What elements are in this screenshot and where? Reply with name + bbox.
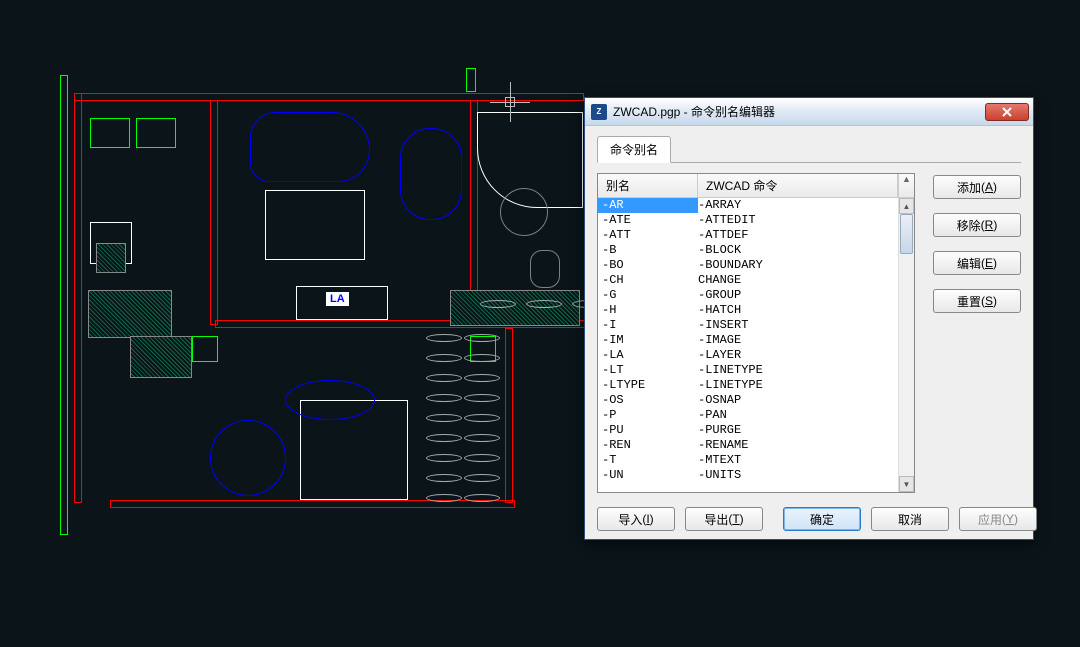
header-scroll-spacer: ▲ (898, 174, 914, 197)
edit-button[interactable]: 编辑(E) (933, 251, 1021, 275)
command-cell: -RENAME (698, 438, 898, 453)
dialog-title: ZWCAD.pgp - 命令别名编辑器 (613, 103, 985, 120)
alias-cell: -REN (598, 438, 698, 453)
alias-cell: -BO (598, 258, 698, 273)
scroll-thumb[interactable] (900, 214, 913, 254)
apply-button[interactable]: 应用(Y) (959, 507, 1037, 531)
alias-row[interactable]: -OS-OSNAP (598, 393, 898, 408)
alias-row[interactable]: -IM-IMAGE (598, 333, 898, 348)
alias-row[interactable]: -REN-RENAME (598, 438, 898, 453)
command-cell: -INSERT (698, 318, 898, 333)
command-cell: -GROUP (698, 288, 898, 303)
tab-bar: 命令别名 (597, 136, 1021, 163)
command-cell: -PAN (698, 408, 898, 423)
alias-row[interactable]: -CHCHANGE (598, 273, 898, 288)
command-cell: -PURGE (698, 423, 898, 438)
command-cell: -IMAGE (698, 333, 898, 348)
alias-cell: -OS (598, 393, 698, 408)
add-button[interactable]: 添加(A) (933, 175, 1021, 199)
command-cell: -ATTEDIT (698, 213, 898, 228)
alias-cell: -B (598, 243, 698, 258)
alias-row[interactable]: -B-BLOCK (598, 243, 898, 258)
alias-row[interactable]: -PU-PURGE (598, 423, 898, 438)
alias-cell: -LA (598, 348, 698, 363)
command-cell: -UNITS (698, 468, 898, 483)
alias-cell: -CH (598, 273, 698, 288)
alias-cell: -LTYPE (598, 378, 698, 393)
alias-cell: -P (598, 408, 698, 423)
alias-row[interactable]: -G-GROUP (598, 288, 898, 303)
command-cell: -LINETYPE (698, 363, 898, 378)
close-icon (1001, 107, 1013, 117)
command-cell: -LAYER (698, 348, 898, 363)
command-cell: -BOUNDARY (698, 258, 898, 273)
alias-cell: -AR (598, 198, 698, 213)
alias-row[interactable]: -ATE-ATTEDIT (598, 213, 898, 228)
alias-cell: -PU (598, 423, 698, 438)
close-button[interactable] (985, 103, 1029, 121)
scroll-down-button[interactable]: ▼ (899, 476, 914, 492)
tab-command-alias[interactable]: 命令别名 (597, 136, 671, 163)
alias-row[interactable]: -LA-LAYER (598, 348, 898, 363)
alias-row[interactable]: -T-MTEXT (598, 453, 898, 468)
scroll-up-button[interactable]: ▲ (899, 198, 914, 214)
alias-cell: -I (598, 318, 698, 333)
titlebar[interactable]: Z ZWCAD.pgp - 命令别名编辑器 (585, 98, 1033, 126)
alias-row[interactable]: -I-INSERT (598, 318, 898, 333)
command-cell: -HATCH (698, 303, 898, 318)
export-button[interactable]: 导出(T) (685, 507, 763, 531)
alias-row[interactable]: -P-PAN (598, 408, 898, 423)
alias-row[interactable]: -BO-BOUNDARY (598, 258, 898, 273)
cancel-button[interactable]: 取消 (871, 507, 949, 531)
command-cell: -MTEXT (698, 453, 898, 468)
remove-button[interactable]: 移除(R) (933, 213, 1021, 237)
command-cell: CHANGE (698, 273, 898, 288)
alias-row[interactable]: -AR-ARRAY (598, 198, 898, 213)
list-header: 别名 ZWCAD 命令 ▲ (598, 174, 914, 198)
crosshair-pickbox (505, 97, 515, 107)
alias-cell: -LT (598, 363, 698, 378)
header-alias[interactable]: 别名 (598, 174, 698, 197)
alias-cell: -ATT (598, 228, 698, 243)
reset-button[interactable]: 重置(S) (933, 289, 1021, 313)
command-cell: -BLOCK (698, 243, 898, 258)
alias-cell: -ATE (598, 213, 698, 228)
alias-cell: -H (598, 303, 698, 318)
cad-label-la: LA (326, 292, 349, 306)
list-scrollbar[interactable]: ▲ ▼ (898, 198, 914, 492)
alias-cell: -IM (598, 333, 698, 348)
alias-cell: -T (598, 453, 698, 468)
alias-list[interactable]: 别名 ZWCAD 命令 ▲ -AR-ARRAY-ATE-ATTEDIT-ATT-… (597, 173, 915, 493)
alias-row[interactable]: -LT-LINETYPE (598, 363, 898, 378)
import-button[interactable]: 导入(I) (597, 507, 675, 531)
alias-row[interactable]: -ATT-ATTDEF (598, 228, 898, 243)
alias-cell: -G (598, 288, 698, 303)
alias-cell: -UN (598, 468, 698, 483)
app-icon: Z (591, 104, 607, 120)
alias-editor-dialog: Z ZWCAD.pgp - 命令别名编辑器 命令别名 别名 ZWCAD 命令 ▲… (584, 97, 1034, 540)
ok-button[interactable]: 确定 (783, 507, 861, 531)
alias-row[interactable]: -H-HATCH (598, 303, 898, 318)
command-cell: -ATTDEF (698, 228, 898, 243)
command-cell: -OSNAP (698, 393, 898, 408)
alias-row[interactable]: -UN-UNITS (598, 468, 898, 483)
header-command[interactable]: ZWCAD 命令 (698, 174, 898, 197)
command-cell: -LINETYPE (698, 378, 898, 393)
command-cell: -ARRAY (698, 198, 898, 213)
alias-row[interactable]: -LTYPE-LINETYPE (598, 378, 898, 393)
